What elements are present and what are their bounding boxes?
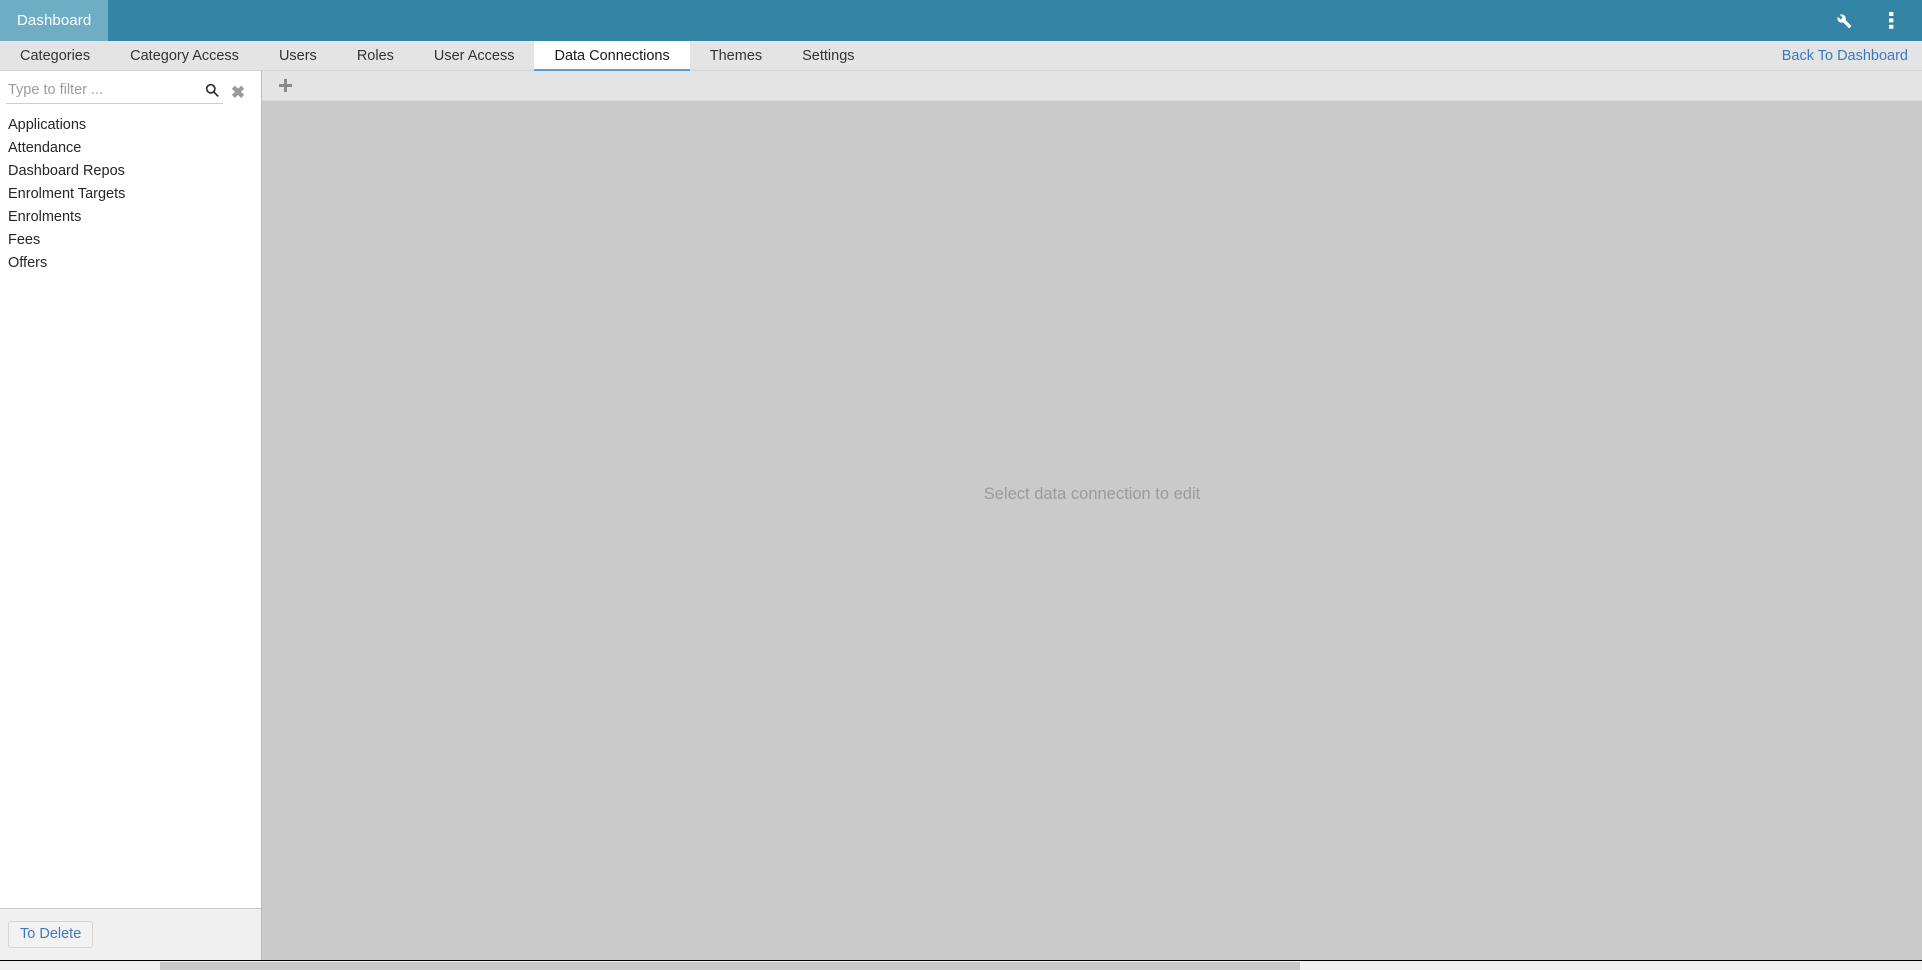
connections-sidebar: ✖ Applications Attendance Dashboard Repo…: [0, 71, 262, 960]
header-icon-group: [1832, 0, 1922, 41]
horizontal-scrollbar-thumb[interactable]: [160, 962, 1300, 970]
tab-label: Data Connections: [554, 48, 670, 64]
filter-input-wrap: [6, 80, 223, 104]
list-item[interactable]: Fees: [0, 229, 261, 252]
to-delete-button[interactable]: To Delete: [8, 921, 94, 948]
tab-users[interactable]: Users: [259, 41, 337, 71]
dashboard-admin-window: Dashboard Categories Category Access Use…: [0, 0, 1922, 970]
filter-row: ✖: [0, 71, 261, 104]
list-item[interactable]: Applications: [0, 114, 261, 137]
list-item[interactable]: Enrolment Targets: [0, 183, 261, 206]
main-tab-strip: Categories Category Access Users Roles U…: [0, 41, 1922, 71]
tab-themes[interactable]: Themes: [690, 41, 782, 71]
main-panel: Select data connection to edit: [262, 71, 1922, 960]
list-item-label: Offers: [8, 255, 48, 271]
tab-label: User Access: [433, 48, 515, 64]
tab-label: Category Access: [130, 48, 239, 64]
app-title-label: Dashboard: [17, 12, 92, 29]
horizontal-scrollbar[interactable]: [0, 960, 1922, 970]
tab-categories[interactable]: Categories: [0, 41, 110, 71]
empty-state-message: Select data connection to edit: [983, 485, 1201, 503]
tab-data-connections[interactable]: Data Connections: [534, 41, 691, 71]
list-item-label: Dashboard Repos: [8, 163, 125, 179]
tab-user-access[interactable]: User Access: [414, 41, 535, 71]
tab-strip-spacer: [875, 41, 1782, 70]
tab-label: Categories: [20, 48, 91, 64]
main-toolbar: [262, 71, 1922, 101]
filter-input[interactable]: [6, 80, 201, 100]
tab-label: Roles: [356, 48, 394, 64]
data-connections-list[interactable]: Applications Attendance Dashboard Repos …: [0, 104, 261, 908]
main-content-area: Select data connection to edit: [262, 101, 1922, 960]
back-to-dashboard-label: Back To Dashboard: [1781, 47, 1908, 64]
list-item-label: Enrolments: [8, 209, 82, 225]
tab-category-access[interactable]: Category Access: [110, 41, 259, 71]
list-item[interactable]: Attendance: [0, 137, 261, 160]
list-item-label: Enrolment Targets: [8, 186, 126, 202]
tab-label: Users: [278, 48, 317, 64]
sidebar-footer: To Delete: [0, 908, 261, 960]
tab-label: Settings: [802, 48, 855, 64]
top-header-bar: Dashboard: [0, 0, 1922, 41]
clear-filter-icon[interactable]: ✖: [223, 81, 253, 103]
list-item-label: Fees: [8, 232, 41, 248]
wrench-icon[interactable]: [1832, 10, 1854, 32]
search-icon[interactable]: [201, 80, 223, 100]
list-item[interactable]: Dashboard Repos: [0, 160, 261, 183]
back-to-dashboard-link[interactable]: Back To Dashboard: [1782, 41, 1922, 70]
more-vertical-icon[interactable]: [1880, 10, 1902, 32]
tab-settings[interactable]: Settings: [782, 41, 874, 71]
clear-filter-glyph: ✖: [230, 82, 246, 102]
header-spacer: [108, 0, 1832, 41]
list-item[interactable]: Enrolments: [0, 206, 261, 229]
tab-roles[interactable]: Roles: [337, 41, 414, 71]
list-item-label: Attendance: [8, 140, 82, 156]
app-title-tab[interactable]: Dashboard: [0, 0, 109, 41]
tab-label: Themes: [709, 48, 763, 64]
plus-icon[interactable]: [274, 75, 296, 97]
list-item-label: Applications: [8, 117, 87, 133]
list-item[interactable]: Offers: [0, 252, 261, 275]
body-area: ✖ Applications Attendance Dashboard Repo…: [0, 71, 1922, 960]
